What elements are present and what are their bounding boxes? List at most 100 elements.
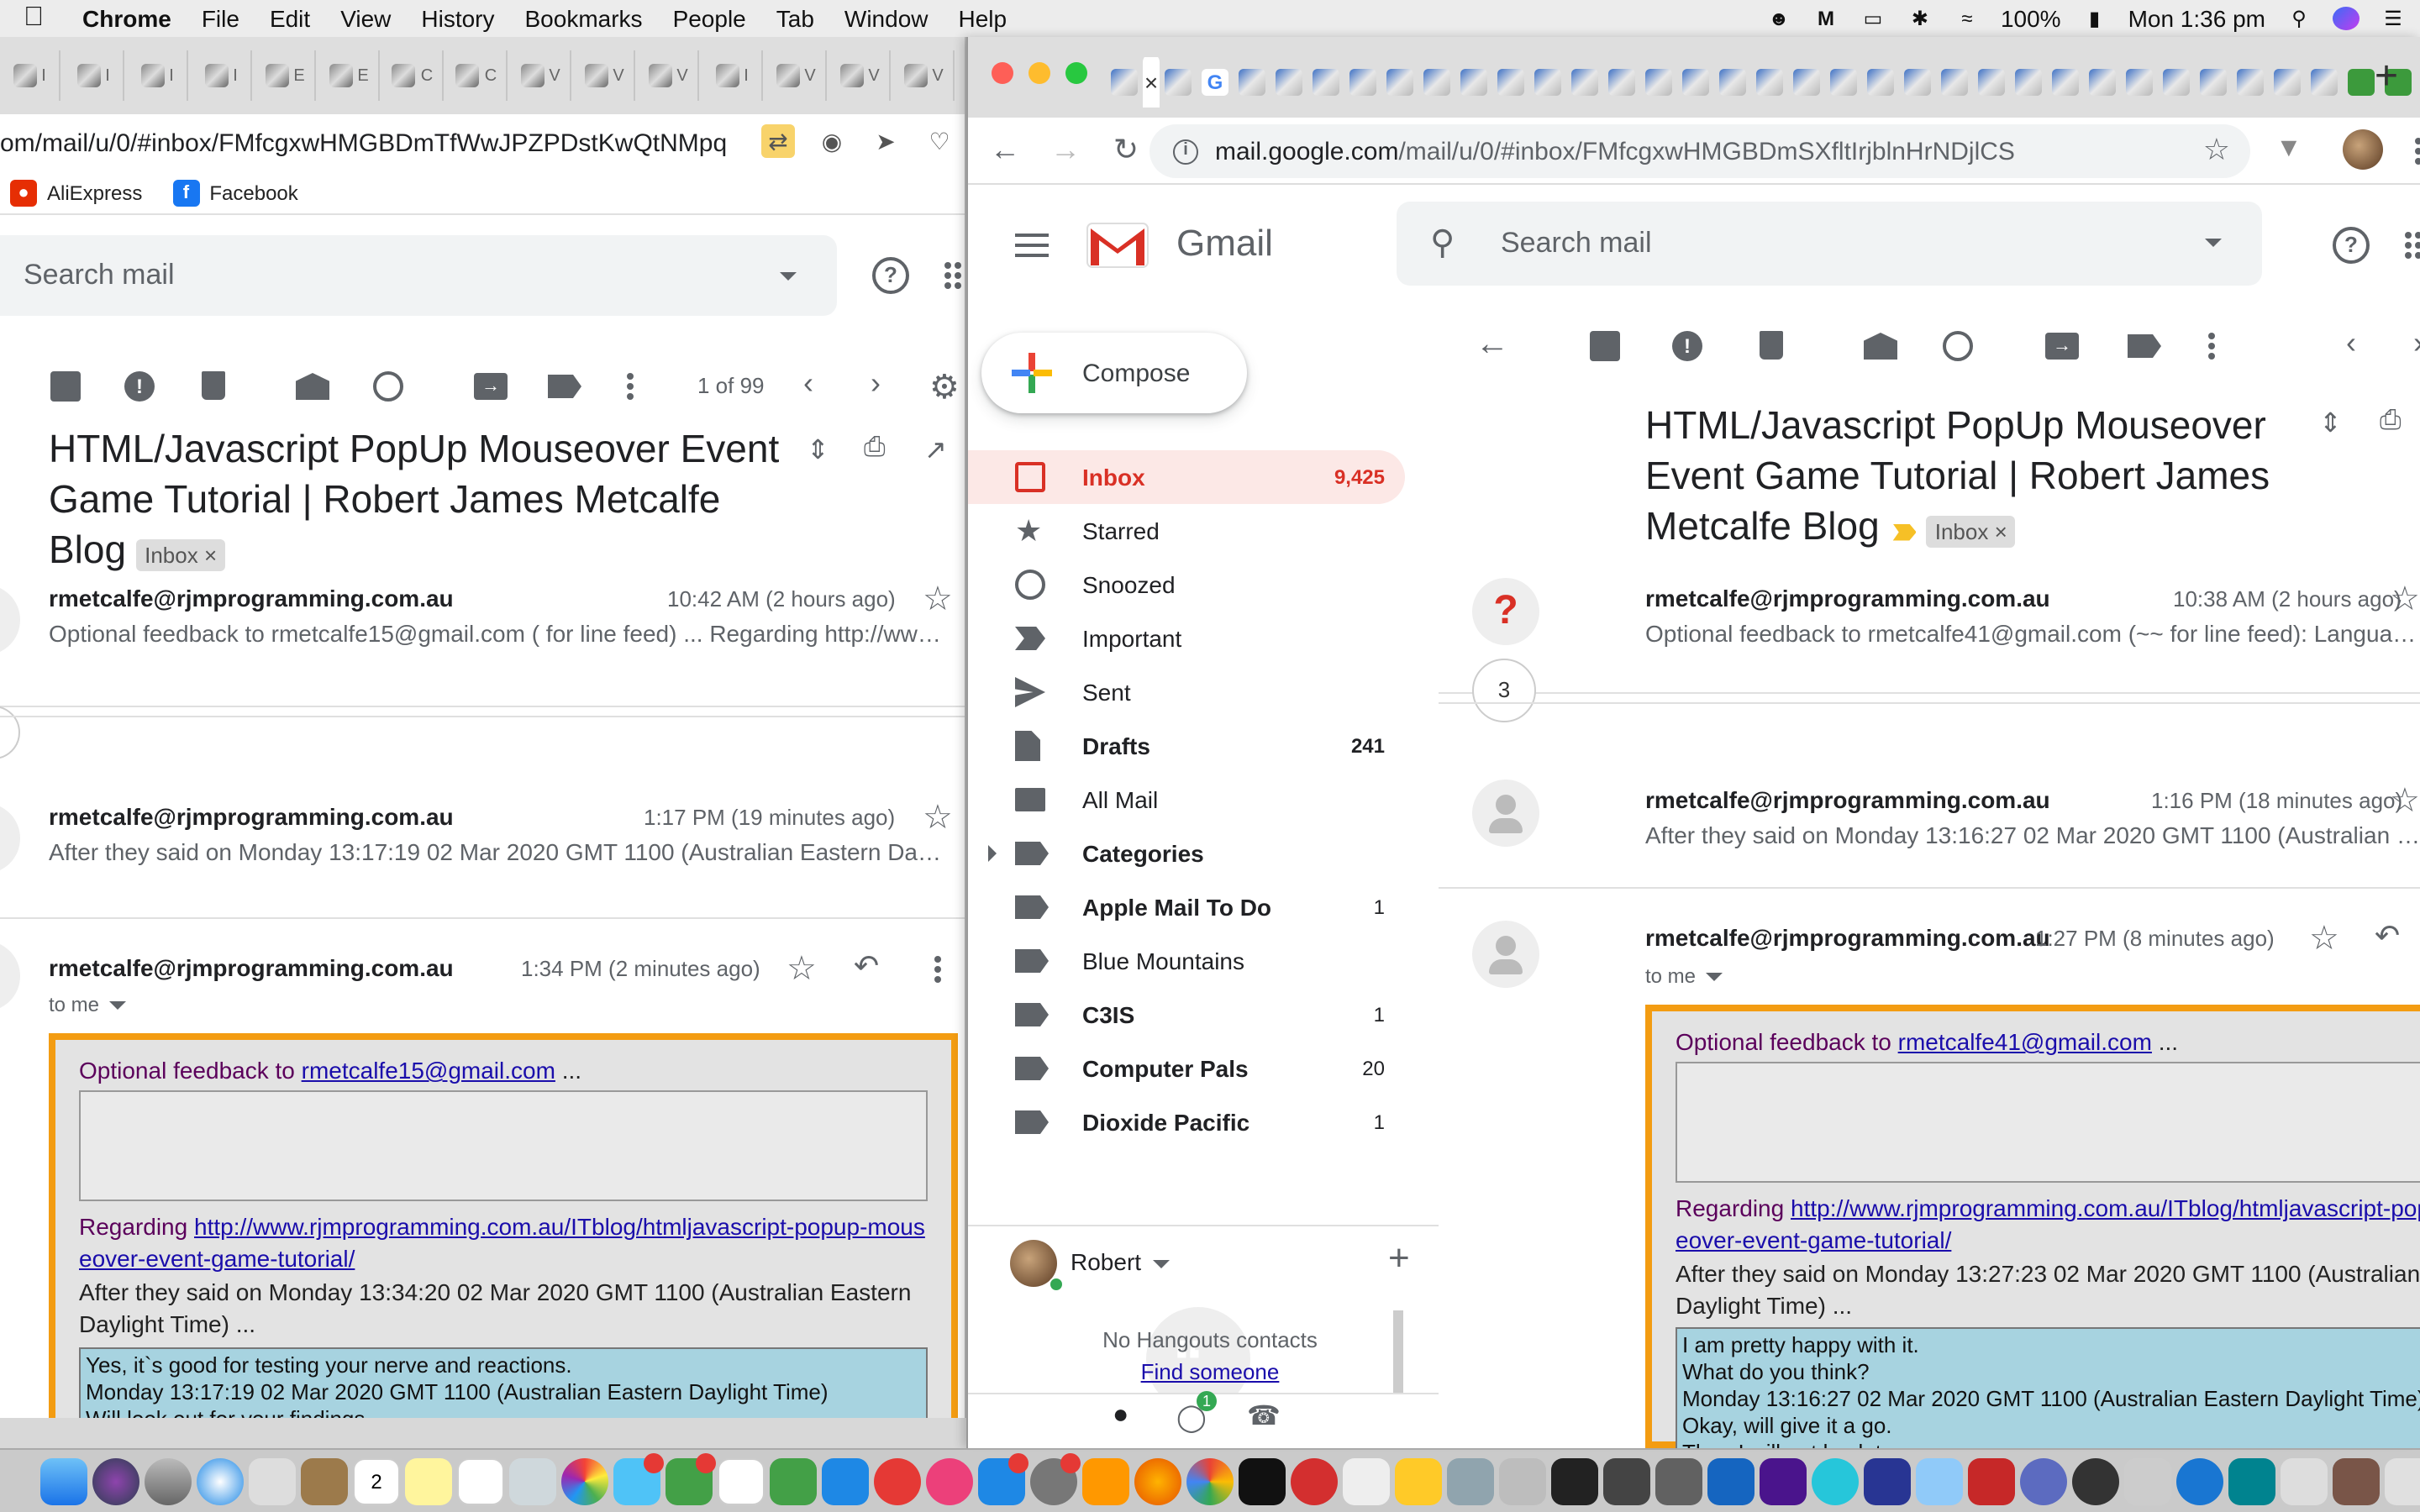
google-tab[interactable]: G [1202,69,1228,96]
print-icon[interactable]: ⎙ [864,433,886,464]
browser-tab[interactable]: V [830,50,891,101]
nav-label-computer-pals[interactable]: Computer Pals 20 [968,1042,1405,1095]
left-message-1[interactable]: rmetcalfe@rjmprogramming.com.au 10:42 AM… [0,578,965,696]
search-options-chevron-icon[interactable] [2205,239,2222,247]
app-icon[interactable] [2020,1457,2067,1504]
back-to-inbox-arrow-icon[interactable]: ← [1476,326,1509,365]
status-chevron-icon[interactable] [1153,1260,1170,1268]
filezilla-icon[interactable] [1968,1457,2015,1504]
delete-icon[interactable] [1760,331,1783,360]
collapsed-messages-count[interactable]: 3 [1472,659,1536,722]
wifi-icon[interactable]: ≈ [1954,7,1981,30]
apps-grid-icon[interactable] [2405,232,2420,259]
browser-tab[interactable]: V [766,50,827,101]
browser-tab[interactable] [1423,69,1450,96]
left-address-bar[interactable]: om/mail/u/0/#inbox/FMfcgxwHMGBDmTfWwJPZP… [0,114,965,171]
feedback-email-link[interactable]: rmetcalfe41@gmail.com [1898,1028,2152,1055]
facetime-icon[interactable] [666,1452,716,1504]
nav-snoozed[interactable]: Snoozed [968,558,1405,612]
browser-tab[interactable] [2274,69,2301,96]
main-menu-icon[interactable] [1015,234,1049,257]
bookmark-star-icon[interactable]: ☆ [2203,133,2230,168]
app-icon[interactable] [1812,1457,1859,1504]
browser-tab[interactable] [2052,69,2079,96]
browser-tab[interactable]: V [639,50,699,101]
browser-tab[interactable]: C [447,50,508,101]
browser-tab[interactable]: E [255,50,316,101]
airplay-icon[interactable]: ▭ [1860,7,1886,30]
browser-tab[interactable] [1682,69,1709,96]
collapsed-messages-count[interactable] [0,706,20,759]
browser-tab[interactable] [1386,69,1413,96]
app-icon[interactable] [2176,1457,2223,1504]
translate-extension-icon[interactable]: ⇄ [761,124,795,158]
cat-icon[interactable]: ☻ [1765,7,1792,30]
menu-people[interactable]: People [658,5,761,32]
siri-icon[interactable] [2333,7,2360,30]
app-icon[interactable] [2072,1457,2119,1504]
heart-icon[interactable]: ♡ [923,124,956,158]
finder-icon[interactable] [40,1457,87,1504]
nav-label-c3is[interactable]: C3IS 1 [968,988,1405,1042]
search-input[interactable]: ⚲ Search mail [1397,202,2262,286]
star-icon[interactable]: ☆ [786,948,817,990]
star-icon[interactable]: ☆ [923,796,953,838]
ps-icon[interactable] [1239,1457,1286,1504]
reply-textarea[interactable]: I am pretty happy with it. What do you t… [1676,1327,2420,1448]
star-icon[interactable]: ☆ [2309,917,2339,959]
browser-tab[interactable] [2200,69,2227,96]
older-chevron-icon[interactable]: › [2413,326,2420,361]
news-icon[interactable] [874,1457,921,1504]
extension-v-icon[interactable]: ▼ [2275,134,2302,165]
browser-tab[interactable] [2126,69,2153,96]
expand-triangle-icon[interactable] [988,845,997,862]
feedback-textarea[interactable] [1676,1062,2420,1183]
snooze-icon[interactable] [373,371,403,402]
more-options-icon[interactable] [627,373,634,400]
bookmark-aliexpress[interactable]: ● AliExpress [10,179,142,206]
nav-starred[interactable]: ★ Starred [968,504,1405,558]
mark-unread-icon[interactable] [296,373,329,400]
search-icon[interactable]: ⚲ [1430,222,1455,264]
browser-tab[interactable] [2237,69,2264,96]
app-icon[interactable] [1343,1457,1390,1504]
clock[interactable]: Mon 1:36 pm [2128,5,2265,32]
browser-tab[interactable] [1904,69,1931,96]
browser-tab[interactable] [1793,69,1820,96]
browser-tab[interactable] [1830,69,1857,96]
nav-sent[interactable]: Sent [968,665,1405,719]
system-preferences-icon[interactable] [1030,1452,1081,1504]
back-arrow-icon[interactable]: ← [975,133,1035,168]
address-bar[interactable]: i mail.google.com/mail/u/0/#inbox/FMfcgx… [1150,124,2250,178]
site-info-icon[interactable]: i [1173,139,1198,164]
browser-tab[interactable]: I [128,50,188,101]
menu-edit[interactable]: Edit [255,5,325,32]
message-1[interactable]: ? rmetcalfe@rjmprogramming.com.au 10:38 … [1439,561,2420,679]
star-icon[interactable]: ☆ [923,578,953,620]
snooze-icon[interactable] [1943,331,1973,361]
newer-chevron-icon[interactable]: ‹ [803,366,813,402]
browser-tab[interactable] [1313,69,1339,96]
menu-app[interactable]: Chrome [67,5,187,32]
expand-all-icon[interactable]: ⇕ [807,433,829,467]
hangouts-user[interactable]: Robert [1071,1248,1141,1275]
archive-icon[interactable] [50,371,81,402]
siri-icon[interactable] [92,1457,139,1504]
message-3-header[interactable]: rmetcalfe@rjmprogramming.com.au 1:27 PM … [1439,904,2420,1005]
adobe-xd-icon[interactable] [1760,1457,1807,1504]
reply-icon[interactable]: ↶ [2375,919,2400,954]
gmail-logo-icon[interactable] [1086,222,1150,269]
reply-icon[interactable]: ↶ [854,949,879,984]
move-to-icon[interactable]: → [474,373,508,400]
browser-tab[interactable]: V [575,50,635,101]
browser-tab[interactable]: E [319,50,380,101]
browser-tab[interactable] [1276,69,1302,96]
importance-marker-icon[interactable] [1892,523,1917,541]
contacts-icon[interactable] [301,1457,348,1504]
expand-all-icon[interactable]: ⇕ [2319,407,2342,440]
keynote-icon[interactable] [822,1457,869,1504]
browser-tab[interactable] [1460,69,1487,96]
more-options-icon[interactable] [2208,333,2215,360]
terminal-icon[interactable] [1551,1457,1598,1504]
browser-tab[interactable] [2163,69,2190,96]
